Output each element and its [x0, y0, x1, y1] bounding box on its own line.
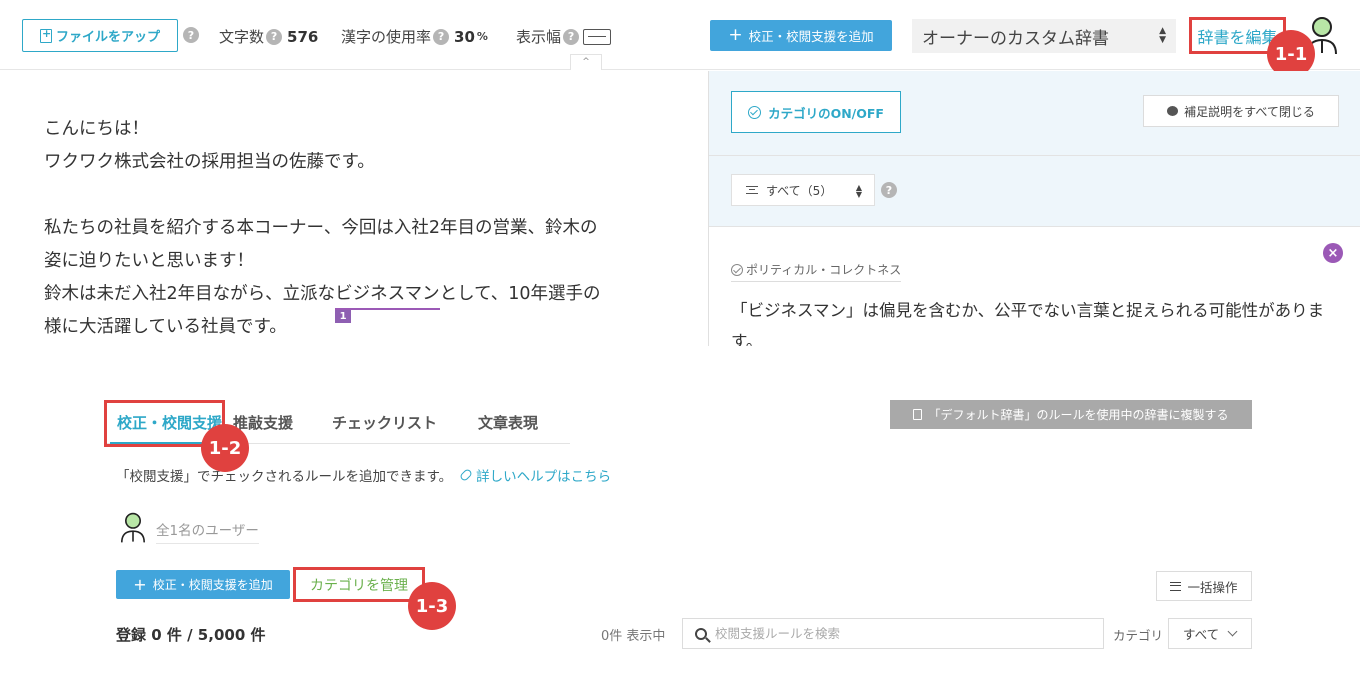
char-count-value: 576	[287, 27, 319, 46]
select-arrows-icon: ▲ ▼	[855, 183, 862, 199]
divider	[709, 155, 1360, 156]
tab-description-text: 「校閲支援」でチェックされるルールを追加できます。	[116, 469, 453, 485]
help-icon[interactable]: ?	[881, 182, 897, 198]
editor-blank-line	[44, 179, 684, 212]
help-link-label: 詳しいヘルプはこちら	[476, 469, 612, 485]
close-all-notes-label: 補足説明をすべて閉じる	[1184, 104, 1315, 119]
editor-line: 様に大活躍している社員です。	[44, 317, 287, 337]
chevron-up-icon: ^	[582, 57, 590, 67]
kanji-rate: 漢字の使用率 ? 30%	[341, 26, 488, 47]
filter-icon	[746, 186, 758, 194]
collapse-toolbar-tab[interactable]: ^	[570, 54, 602, 70]
showing-count: 0件 表示中	[601, 629, 666, 644]
issue-category-tag: ポリティカル・コレクトネス	[731, 261, 902, 282]
manage-category-label: カテゴリを管理	[310, 577, 408, 594]
text-editor[interactable]: こんにちは！ ワクワク株式会社の採用担当の佐藤です。 私たちの社員を紹介する本コ…	[0, 71, 706, 346]
issue-card[interactable]: ポリティカル・コレクトネス × 「ビジネスマン」は偏見を含むか、公平でない言葉と…	[709, 226, 1360, 346]
search-icon	[695, 627, 707, 640]
bulk-action-button[interactable]: 一括操作	[1156, 571, 1252, 601]
menu-icon	[1170, 581, 1182, 591]
editor-toolbar: ファイルをアップ ? 文字数 ? 576 漢字の使用率 ? 30% 表示幅 ? …	[0, 0, 1360, 70]
select-arrows-icon: ▲ ▼	[1159, 26, 1166, 45]
add-proofread-rule-button[interactable]: + 校正・校閲支援を追加	[116, 570, 290, 599]
copy-icon	[913, 409, 923, 420]
avatar-icon	[121, 512, 145, 543]
tab-expression[interactable]: 文章表現	[478, 412, 538, 433]
editor-text-segment: 鈴木は未だ入社2年目ながら、立派な	[44, 284, 336, 304]
upload-icon	[39, 27, 52, 43]
display-width: 表示幅 ?	[516, 26, 612, 47]
category-filter-label: カテゴリ	[1113, 628, 1164, 643]
dictionary-select[interactable]: オーナーのカスタム辞書 ▲ ▼	[912, 19, 1176, 53]
dictionary-settings-screen: 校正・校閲支援 推敲支援 チェックリスト 文章表現 「デフォルト辞書」のルールを…	[0, 346, 1360, 677]
kanji-rate-unit: %	[476, 30, 488, 43]
issue-category-label: ポリティカル・コレクトネス	[746, 263, 902, 277]
proofread-side-panel: カテゴリのON/OFF 補足説明をすべて閉じる すべて（5） ▲ ▼ ? ポリティ…	[708, 71, 1360, 346]
annotation-badge-1-3: 1-3	[408, 582, 456, 630]
rule-search-input[interactable]	[715, 626, 1075, 641]
help-icon[interactable]: ?	[563, 28, 580, 45]
check-circle-icon	[731, 263, 743, 276]
manage-category-button[interactable]: カテゴリを管理	[293, 567, 425, 602]
help-icon[interactable]: ?	[433, 28, 450, 45]
editor-line: ワクワク株式会社の採用担当の佐藤です。	[44, 152, 375, 172]
issue-filter-value: すべて（5）	[766, 183, 833, 198]
speech-bubble-icon	[1167, 106, 1179, 116]
help-icon[interactable]: ?	[266, 28, 283, 45]
users-count[interactable]: 全1名のユーザー	[156, 519, 259, 544]
add-proofread-rule-label: 校正・校閲支援を追加	[152, 578, 273, 592]
add-proofread-button[interactable]: + 校正・校閲支援を追加	[710, 20, 892, 51]
editor-line: 姿に迫りたいと思います！	[44, 251, 254, 271]
display-width-label: 表示幅	[516, 28, 562, 46]
upload-file-button[interactable]: ファイルをアップ	[22, 19, 178, 52]
kanji-rate-value: 30	[454, 27, 475, 46]
tab-description: 「校閲支援」でチェックされるルールを追加できます。 詳しいヘルプはこちら	[116, 465, 611, 485]
registered-count: 登録 0 件 / 5,000 件	[116, 626, 266, 644]
link-icon	[459, 467, 474, 483]
flag-number-badge: 1	[335, 310, 352, 323]
issue-filter-select[interactable]: すべて（5） ▲ ▼	[731, 174, 875, 206]
char-count: 文字数 ? 576	[219, 26, 318, 47]
tab-checklist[interactable]: チェックリスト	[332, 412, 437, 433]
editor-line: 鈴木は未だ入社2年目ながら、立派なビジネスマン 1 として、10年選手の	[44, 278, 684, 323]
check-circle-icon	[748, 105, 762, 119]
category-filter-select[interactable]: すべて	[1168, 618, 1252, 649]
edit-dictionary-label: 辞書を編集	[1197, 27, 1278, 47]
width-icon[interactable]	[583, 28, 612, 45]
editor-content[interactable]: こんにちは！ ワクワク株式会社の採用担当の佐藤です。 私たちの社員を紹介する本コ…	[44, 113, 684, 344]
flagged-term[interactable]: ビジネスマン 1	[335, 280, 440, 323]
help-icon[interactable]: ?	[183, 27, 199, 43]
editor-line: こんにちは！	[44, 119, 149, 139]
copy-default-rules-label: 「デフォルト辞書」のルールを使用中の辞書に複製する	[928, 408, 1229, 422]
char-count-label: 文字数	[219, 28, 265, 46]
editor-text-segment: として、10年選手の	[439, 284, 601, 304]
bulk-action-label: 一括操作	[1187, 579, 1238, 595]
kanji-rate-label: 漢字の使用率	[341, 28, 432, 46]
issue-message: 「ビジネスマン」は偏見を含むか、公平でない言葉と捉えられる可能性がありま す。	[731, 301, 1325, 346]
tab-refine[interactable]: 推敲支援	[233, 412, 293, 433]
close-icon[interactable]: ×	[1323, 243, 1343, 263]
plus-icon: +	[133, 574, 147, 594]
annotation-badge-1-2: 1-2	[201, 424, 249, 472]
rule-search-box[interactable]	[682, 618, 1104, 649]
help-link[interactable]: 詳しいヘルプはこちら	[459, 465, 612, 485]
editor-screen: ファイルをアップ ? 文字数 ? 576 漢字の使用率 ? 30% 表示幅 ? …	[0, 0, 1360, 346]
upload-file-label: ファイルをアップ	[55, 30, 160, 45]
close-all-notes-button[interactable]: 補足説明をすべて閉じる	[1143, 95, 1339, 127]
dictionary-selected-value: オーナーのカスタム辞書	[922, 28, 1109, 49]
copy-default-rules-button[interactable]: 「デフォルト辞書」のルールを使用中の辞書に複製する	[890, 400, 1252, 429]
plus-icon: +	[728, 25, 743, 45]
editor-line: 私たちの社員を紹介する本コーナー、今回は入社2年目の営業、鈴木の	[44, 218, 598, 238]
category-toggle-button[interactable]: カテゴリのON/OFF	[731, 91, 901, 133]
flagged-term-text: ビジネスマン	[335, 284, 440, 304]
category-filter-value: すべて	[1183, 627, 1220, 642]
category-toggle-label: カテゴリのON/OFF	[768, 105, 884, 121]
chevron-down-icon	[1227, 626, 1238, 637]
add-proofread-label: 校正・校閲支援を追加	[748, 29, 874, 44]
